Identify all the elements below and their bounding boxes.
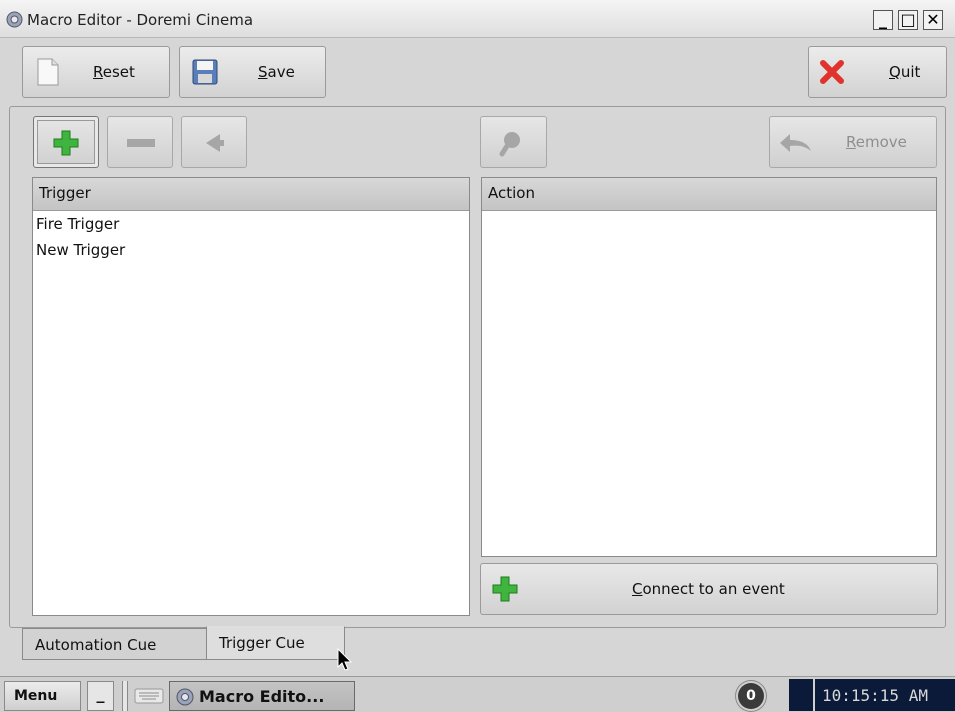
- plus-icon: [492, 576, 518, 602]
- reset-button[interactable]: Reset: [22, 46, 170, 98]
- minimize-button[interactable]: _: [873, 10, 893, 30]
- connect-label: Connect to an event: [632, 580, 785, 598]
- magnifier-icon: [499, 132, 520, 157]
- connect-to-event-button[interactable]: Connect to an event: [480, 563, 938, 615]
- taskbar-task-macro-editor[interactable]: Macro Edito...: [169, 681, 355, 711]
- quit-label: Quit: [889, 63, 921, 81]
- document-icon: [37, 58, 59, 86]
- floppy-disk-icon: [192, 59, 218, 85]
- clock-left-block: [789, 679, 813, 711]
- taskbar-separator: [122, 681, 128, 711]
- keyboard-icon[interactable]: [134, 688, 164, 704]
- mouse-cursor-icon: [337, 648, 353, 671]
- minus-icon: [127, 139, 155, 147]
- action-list[interactable]: Action: [481, 177, 937, 557]
- remove-action-label: Remove: [846, 133, 907, 151]
- reset-label: Reset: [93, 63, 135, 81]
- trigger-list[interactable]: Trigger Fire Trigger New Trigger: [32, 177, 470, 616]
- remove-action-button[interactable]: Remove: [769, 116, 937, 168]
- window-title: Macro Editor - Doremi Cinema: [27, 11, 254, 29]
- clock: 10:15:15 AM: [815, 679, 955, 711]
- trigger-column-header[interactable]: Trigger: [33, 178, 469, 211]
- menu-button[interactable]: Menu: [4, 681, 81, 711]
- maximize-button[interactable]: □: [898, 10, 918, 30]
- fire-trigger-button[interactable]: [181, 116, 247, 168]
- tab-trigger-cue[interactable]: Trigger Cue: [206, 626, 345, 660]
- search-action-button[interactable]: [480, 116, 547, 168]
- save-label: Save: [258, 63, 295, 81]
- add-trigger-button[interactable]: [33, 116, 99, 168]
- task-label: Macro Edito...: [199, 687, 325, 706]
- undo-arrow-icon: [780, 134, 811, 152]
- gear-icon: [6, 11, 23, 28]
- tab-automation-cue[interactable]: Automation Cue: [22, 628, 208, 660]
- bell-icon: [206, 134, 224, 152]
- show-desktop-button[interactable]: _: [87, 681, 114, 711]
- close-button[interactable]: ✕: [923, 10, 943, 30]
- quit-button[interactable]: Quit: [808, 46, 947, 98]
- save-button[interactable]: Save: [179, 46, 326, 98]
- notification-badge[interactable]: 0: [738, 683, 764, 709]
- list-item[interactable]: Fire Trigger: [36, 215, 119, 233]
- window-titlebar[interactable]: Macro Editor - Doremi Cinema _ □ ✕: [0, 0, 955, 38]
- list-item[interactable]: New Trigger: [36, 241, 125, 259]
- gear-icon: [176, 688, 194, 706]
- remove-trigger-button[interactable]: [107, 116, 173, 168]
- plus-icon: [53, 130, 79, 156]
- taskbar: Menu _ Macro Edito... 0 10:15:15 AM: [0, 676, 955, 712]
- action-column-header[interactable]: Action: [482, 178, 936, 211]
- red-x-icon: [820, 60, 844, 84]
